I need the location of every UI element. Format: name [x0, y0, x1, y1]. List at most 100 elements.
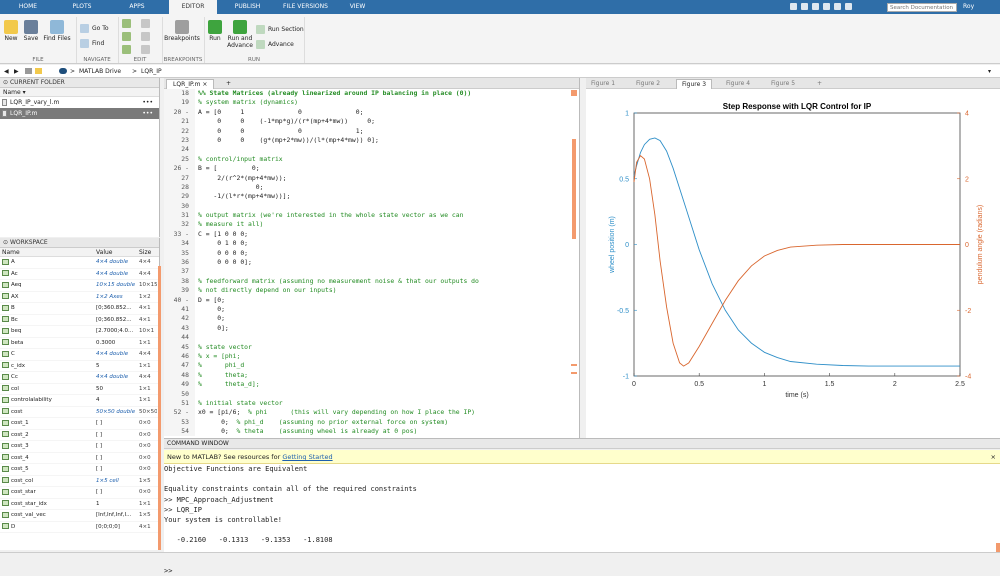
back-icon[interactable]: ◀ [4, 65, 9, 78]
tab-figure-1[interactable]: Figure 1 [586, 79, 620, 89]
workspace-row[interactable]: cost_5 [ ] 0×0 [0, 464, 159, 476]
close-icon[interactable]: × [202, 81, 207, 88]
workspace-row[interactable]: controlalability 4 1×1 [0, 395, 159, 407]
user-menu[interactable]: Roy [963, 0, 974, 14]
add-tab-icon[interactable]: + [220, 79, 237, 89]
workspace-scrollbar[interactable] [158, 266, 161, 550]
code-line[interactable]: % phi_d [198, 361, 568, 370]
code-line[interactable]: D = [0; [198, 296, 568, 305]
undo-icon[interactable] [823, 3, 830, 10]
line-number[interactable]: 29 [164, 192, 195, 201]
code-line[interactable]: B = [ 0; [198, 164, 568, 173]
workspace-row[interactable]: D [0;0;0;0] 4×1 [0, 522, 159, 533]
code-line[interactable] [198, 267, 568, 276]
file-item[interactable]: LQR_IP_vary_l.m ••• [0, 97, 159, 108]
workspace-row[interactable]: C 4×4 double 4×4 [0, 349, 159, 361]
workspace-row[interactable]: Cc 4×4 double 4×4 [0, 372, 159, 384]
line-number[interactable]: 36 [164, 258, 195, 267]
line-number[interactable]: 26 - [164, 164, 195, 173]
collapse-icon[interactable]: ⊙ [3, 79, 10, 86]
line-number[interactable]: 51 [164, 399, 195, 408]
line-number[interactable]: 37 [164, 267, 195, 276]
getting-started-link[interactable]: Getting Started [282, 453, 332, 461]
line-number[interactable]: 19 [164, 98, 195, 107]
new-button[interactable]: New [2, 20, 20, 42]
code-line[interactable]: 0; % theta (assuming wheel is already at… [198, 427, 568, 436]
line-number[interactable]: 45 [164, 343, 195, 352]
chevron-down-icon[interactable]: ▾ [988, 65, 991, 78]
line-number[interactable]: 40 - [164, 296, 195, 305]
line-number[interactable]: 18 [164, 89, 195, 98]
code-line[interactable]: 0 0 0 1; [198, 127, 568, 136]
tab-home[interactable]: HOME [8, 0, 48, 14]
find-files-button[interactable]: Find Files [42, 20, 72, 42]
line-number[interactable]: 30 [164, 202, 195, 211]
goto-button[interactable]: Go To [80, 24, 109, 33]
workspace-row[interactable]: cost_3 [ ] 0×0 [0, 441, 159, 453]
line-number[interactable]: 27 [164, 174, 195, 183]
code-line[interactable] [198, 202, 568, 211]
run-button[interactable]: Run [206, 20, 224, 42]
workspace-row[interactable]: AX 1×2 Axes 1×2 [0, 292, 159, 303]
line-number[interactable]: 44 [164, 333, 195, 342]
advance-button[interactable]: Advance [256, 40, 294, 49]
code-line[interactable]: % state vector [198, 343, 568, 352]
add-figure-icon[interactable]: + [812, 79, 827, 89]
workspace-row[interactable]: cost 50×50 double 50×50 [0, 407, 159, 418]
code-line[interactable]: 0; [198, 183, 568, 192]
code-line[interactable]: 0 1 0 0; [198, 239, 568, 248]
scroll-thumb[interactable] [572, 139, 576, 239]
more-options-icon[interactable]: ••• [142, 108, 153, 119]
code-line[interactable]: % system matrix (dynamics) [198, 98, 568, 107]
line-number[interactable]: 34 [164, 239, 195, 248]
line-number[interactable]: 38 [164, 277, 195, 286]
line-number[interactable]: 32 [164, 220, 195, 229]
workspace-row[interactable]: beta 0.3000 1×1 [0, 338, 159, 349]
line-number[interactable]: 39 [164, 286, 195, 295]
code-line[interactable]: % x = [phi; [198, 352, 568, 361]
line-number[interactable]: 53 [164, 418, 195, 427]
code-line[interactable]: % feedforward matrix (assuming no measur… [198, 277, 568, 286]
close-icon[interactable]: × [991, 450, 996, 464]
line-number[interactable]: 41 [164, 305, 195, 314]
line-number[interactable]: 21 [164, 117, 195, 126]
column-value[interactable]: Value [96, 248, 112, 257]
uncomment-icon[interactable] [122, 45, 131, 54]
code-line[interactable]: %% State Matrices (already linearized ar… [198, 89, 568, 98]
line-number[interactable]: 23 [164, 136, 195, 145]
command-window-output[interactable]: Objective Functions are Equivalent Equal… [164, 464, 1000, 575]
tab-view[interactable]: VIEW [340, 0, 375, 14]
workspace-row[interactable]: cost_4 [ ] 0×0 [0, 453, 159, 464]
redo-icon[interactable] [834, 3, 841, 10]
line-number[interactable]: 35 [164, 249, 195, 258]
workspace-row[interactable]: Aeq 10×15 double 10×15 [0, 280, 159, 292]
workspace-row[interactable]: cost_star [ ] 0×0 [0, 487, 159, 499]
comment-icon[interactable] [122, 32, 131, 41]
code-line[interactable]: -1/(l*r*(mp+4*mw))]; [198, 192, 568, 201]
workspace-row[interactable]: col 50 1×1 [0, 384, 159, 395]
tab-figure-5[interactable]: Figure 5 [766, 79, 800, 89]
tab-figure-4[interactable]: Figure 4 [721, 79, 755, 89]
workspace-row[interactable]: cost_1 [ ] 0×0 [0, 418, 159, 430]
code-line[interactable] [198, 333, 568, 342]
code-line[interactable]: % measure it all) [198, 220, 568, 229]
copy-icon[interactable] [812, 3, 819, 10]
fx-icon[interactable] [140, 19, 150, 28]
tab-file-versions[interactable]: FILE VERSIONS [278, 0, 333, 14]
line-number[interactable]: 48 [164, 371, 195, 380]
line-number[interactable]: 54 [164, 427, 195, 436]
workspace-row[interactable]: cost_2 [ ] 0×0 [0, 430, 159, 441]
line-number[interactable]: 46 [164, 352, 195, 361]
run-and-advance-button[interactable]: Run and Advance [226, 20, 254, 49]
name-column-header[interactable]: Name ▾ [0, 88, 159, 97]
code-line[interactable] [198, 390, 568, 399]
tab-lqr-ip[interactable]: LQR_IP.m × [166, 79, 215, 89]
line-number[interactable]: 33 - [164, 230, 195, 239]
tab-publish[interactable]: PUBLISH [225, 0, 270, 14]
outdent-icon[interactable] [140, 45, 150, 54]
workspace-row[interactable]: A 4×4 double 4×4 [0, 257, 159, 269]
code-line[interactable]: % output matrix (we're interested in the… [198, 211, 568, 220]
code-area[interactable]: %% State Matrices (already linearized ar… [198, 89, 568, 436]
more-options-icon[interactable]: ••• [142, 97, 153, 108]
breadcrumb-matlab-drive[interactable]: MATLAB Drive [79, 65, 121, 78]
